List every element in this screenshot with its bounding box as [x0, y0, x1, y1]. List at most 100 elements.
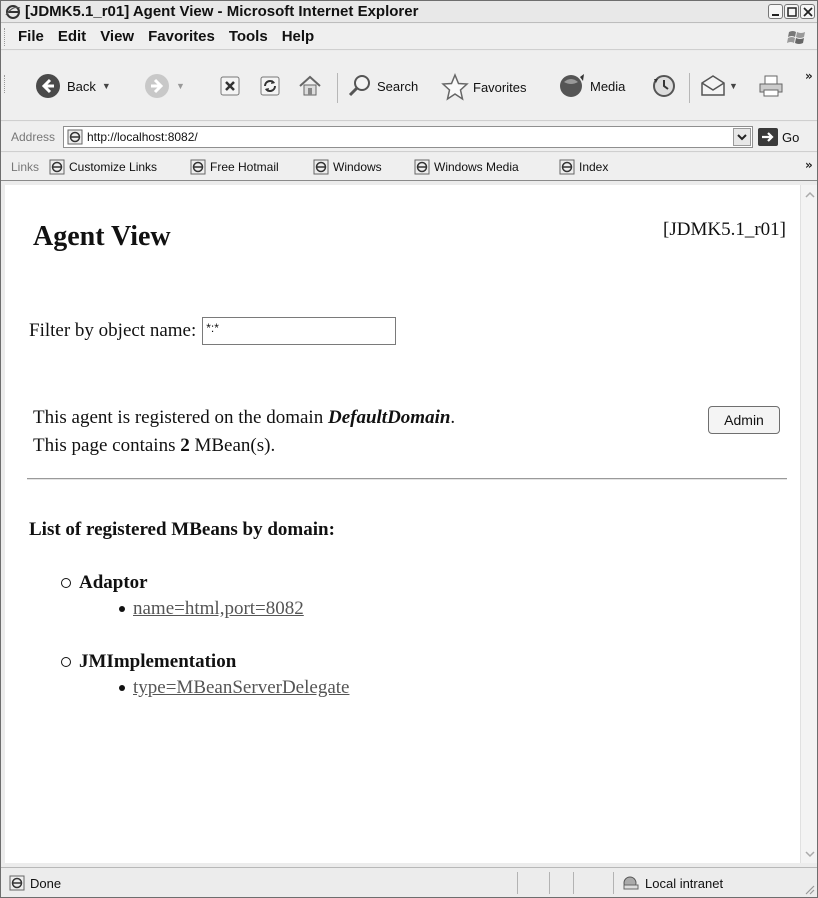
address-value: http://localhost:8082/ — [87, 130, 198, 144]
menu-file[interactable]: File — [18, 28, 44, 45]
ie-page-icon — [9, 875, 25, 891]
status-divider — [573, 872, 574, 894]
admin-button[interactable]: Admin — [708, 406, 780, 434]
circle-bullet-icon — [61, 578, 71, 588]
refresh-button[interactable] — [259, 75, 281, 97]
intranet-icon — [623, 876, 639, 890]
mbean-item: name=html,port=8082 — [119, 598, 304, 620]
search-label: Search — [377, 78, 419, 94]
menu-help[interactable]: Help — [282, 28, 315, 45]
link-index[interactable]: Index — [559, 159, 608, 175]
link-label: Free Hotmail — [210, 160, 279, 174]
address-input[interactable]: http://localhost:8082/ — [63, 126, 753, 148]
page-title: Agent View — [33, 221, 171, 252]
link-label: Windows — [333, 160, 382, 174]
print-button[interactable] — [757, 73, 785, 99]
back-arrow-icon — [36, 74, 60, 98]
mail-button[interactable]: ▼ — [699, 73, 738, 99]
back-button[interactable]: Back ▼ — [35, 73, 111, 99]
forward-arrow-icon — [145, 74, 169, 98]
mbean-link-delegate[interactable]: type=MBeanServerDelegate — [133, 677, 349, 699]
filter-label: Filter by object name: — [29, 320, 197, 341]
back-label: Back — [67, 78, 96, 94]
history-icon — [653, 75, 675, 97]
status-message: Done — [9, 875, 61, 891]
mbean-link-html-adaptor[interactable]: name=html,port=8082 — [133, 598, 304, 620]
maximize-button[interactable] — [784, 4, 799, 19]
domain-item-adaptor: Adaptor — [61, 572, 148, 594]
domain-prefix: This agent is registered on the domain — [33, 407, 328, 428]
standard-toolbar: Back ▼ ▼ Search Favorites Media ▼ » — [1, 51, 817, 121]
title-bar: [JDMK5.1_r01] Agent View - Microsoft Int… — [1, 1, 817, 23]
stop-button[interactable] — [219, 75, 241, 97]
menu-edit[interactable]: Edit — [58, 28, 86, 45]
scroll-up-button[interactable] — [802, 187, 817, 202]
menu-view[interactable]: View — [100, 28, 134, 45]
ie-page-icon — [414, 159, 430, 175]
domain-label: Adaptor — [79, 572, 148, 593]
printer-icon — [759, 75, 783, 97]
links-label: Links — [11, 160, 40, 174]
filter-input[interactable]: *:* — [202, 317, 397, 345]
back-dropdown-icon[interactable]: ▼ — [102, 81, 111, 91]
home-button[interactable] — [297, 73, 323, 99]
search-icon — [348, 75, 370, 97]
forward-button[interactable]: ▼ — [144, 73, 185, 99]
status-bar: Done Local intranet — [1, 867, 817, 897]
count-suffix: MBean(s). — [189, 435, 276, 456]
refresh-icon — [260, 76, 280, 96]
link-customize-links[interactable]: Customize Links — [49, 159, 157, 175]
favorites-label: Favorites — [473, 79, 527, 95]
search-button[interactable]: Search — [347, 73, 418, 99]
links-bar: Links Customize Links Free Hotmail Windo… — [1, 153, 817, 181]
vertical-scrollbar[interactable] — [800, 185, 817, 863]
link-free-hotmail[interactable]: Free Hotmail — [190, 159, 279, 175]
favorites-button[interactable]: Favorites — [441, 73, 526, 101]
links-overflow-icon[interactable]: » — [805, 158, 813, 172]
status-divider — [517, 872, 518, 894]
windows-flag-icon — [787, 31, 805, 44]
ie-page-icon — [559, 159, 575, 175]
toolbar-grip-2[interactable] — [4, 75, 8, 93]
star-icon — [441, 73, 469, 101]
close-icon — [803, 7, 813, 17]
minimize-button[interactable] — [768, 4, 783, 19]
resize-grip-icon[interactable] — [803, 883, 815, 895]
forward-dropdown-icon[interactable]: ▼ — [176, 81, 185, 91]
close-button[interactable] — [800, 4, 815, 19]
link-windows-media[interactable]: Windows Media — [414, 159, 519, 175]
chevron-up-icon — [804, 191, 815, 198]
link-label: Windows Media — [434, 160, 519, 174]
go-button[interactable]: Go — [758, 128, 799, 146]
bullet-icon — [119, 685, 125, 691]
media-icon — [560, 74, 584, 97]
link-windows[interactable]: Windows — [313, 159, 382, 175]
toolbar-overflow-icon[interactable]: » — [805, 69, 813, 83]
domain-suffix: . — [450, 407, 456, 428]
address-bar: Address http://localhost:8082/ Go — [1, 122, 817, 152]
scroll-down-button[interactable] — [802, 846, 817, 861]
menu-tools[interactable]: Tools — [229, 28, 268, 45]
page-icon — [67, 129, 83, 145]
maximize-icon — [787, 7, 797, 17]
ie-page-icon — [190, 159, 206, 175]
menu-favorites[interactable]: Favorites — [148, 28, 215, 45]
mbean-item: type=MBeanServerDelegate — [119, 677, 349, 699]
mbean-count: 2 — [180, 435, 190, 456]
minimize-icon — [772, 14, 779, 16]
status-divider — [613, 872, 614, 894]
version-label: [JDMK5.1_r01] — [663, 219, 786, 240]
circle-bullet-icon — [61, 657, 71, 667]
home-icon — [299, 75, 321, 96]
domain-info: This agent is registered on the domain D… — [33, 407, 455, 429]
history-button[interactable] — [651, 73, 677, 99]
stop-icon — [220, 76, 240, 96]
toolbar-grip[interactable] — [4, 27, 8, 46]
go-arrow-icon — [758, 128, 778, 146]
media-button[interactable]: Media — [558, 73, 625, 99]
address-dropdown-button[interactable] — [733, 128, 751, 146]
security-zone: Local intranet — [621, 875, 723, 891]
domain-label: JMImplementation — [79, 651, 237, 672]
status-text: Done — [30, 875, 62, 891]
mail-dropdown-icon[interactable]: ▼ — [729, 81, 738, 91]
